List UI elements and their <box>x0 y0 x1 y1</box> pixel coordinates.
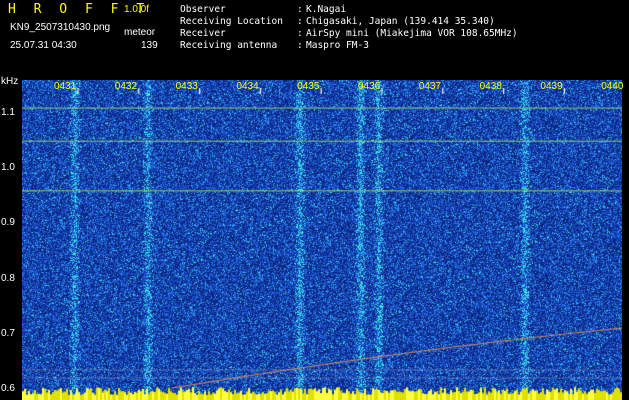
y-axis-label: kHz <box>1 76 19 87</box>
x-tick-label: 0437 <box>418 81 442 92</box>
observer-colon: : <box>297 4 303 15</box>
observer-label: Observer <box>180 4 226 15</box>
x-tick-label: 0432 <box>114 81 138 92</box>
receiver-value: AirSpy mini (Miakejima VOR 108.65MHz) <box>306 28 518 39</box>
meteor-label: meteor <box>124 27 156 38</box>
antenna-value: Maspro FM-3 <box>306 40 369 51</box>
antenna-colon: : <box>297 40 303 51</box>
y-tick-label: 0.6 <box>1 382 15 394</box>
observer-value: K.Nagai <box>306 4 347 15</box>
x-tick-label: 0436 <box>358 81 381 92</box>
antenna-label: Receiving antenna <box>180 40 278 51</box>
receiver-label: Receiver <box>180 28 226 39</box>
header-panel: H R O F F T 1.0.0f KN9_2507310430.png me… <box>0 0 629 75</box>
x-tick-label: 0434 <box>236 81 259 92</box>
app-version: 1.0.0f <box>124 4 150 15</box>
y-tick-label: 1.1 <box>1 107 15 119</box>
y-tick-label: 0.9 <box>1 217 15 229</box>
y-tick-label: 0.7 <box>1 327 15 339</box>
location-value: Chigasaki, Japan (139.414 35.340) <box>306 16 495 27</box>
y-tick-label: 0.8 <box>1 272 15 284</box>
filename: KN9_2507310430.png <box>10 22 111 33</box>
y-tick-label: 1.0 <box>1 162 15 174</box>
x-tick-label: 0439 <box>540 81 563 92</box>
x-tick-label: 0435 <box>297 81 320 92</box>
receiver-colon: : <box>297 28 303 39</box>
datetime: 25.07.31 04:30 <box>10 40 77 51</box>
location-label: Receiving Location <box>180 16 283 27</box>
x-tick-label: 0433 <box>175 81 198 92</box>
location-colon: : <box>297 16 303 27</box>
x-tick-label: 0438 <box>479 81 502 92</box>
spectrogram <box>22 80 622 400</box>
meteor-count: 139 <box>141 40 158 51</box>
x-tick-label: 0431 <box>54 81 77 92</box>
x-tick-label: 0440 <box>601 81 624 92</box>
